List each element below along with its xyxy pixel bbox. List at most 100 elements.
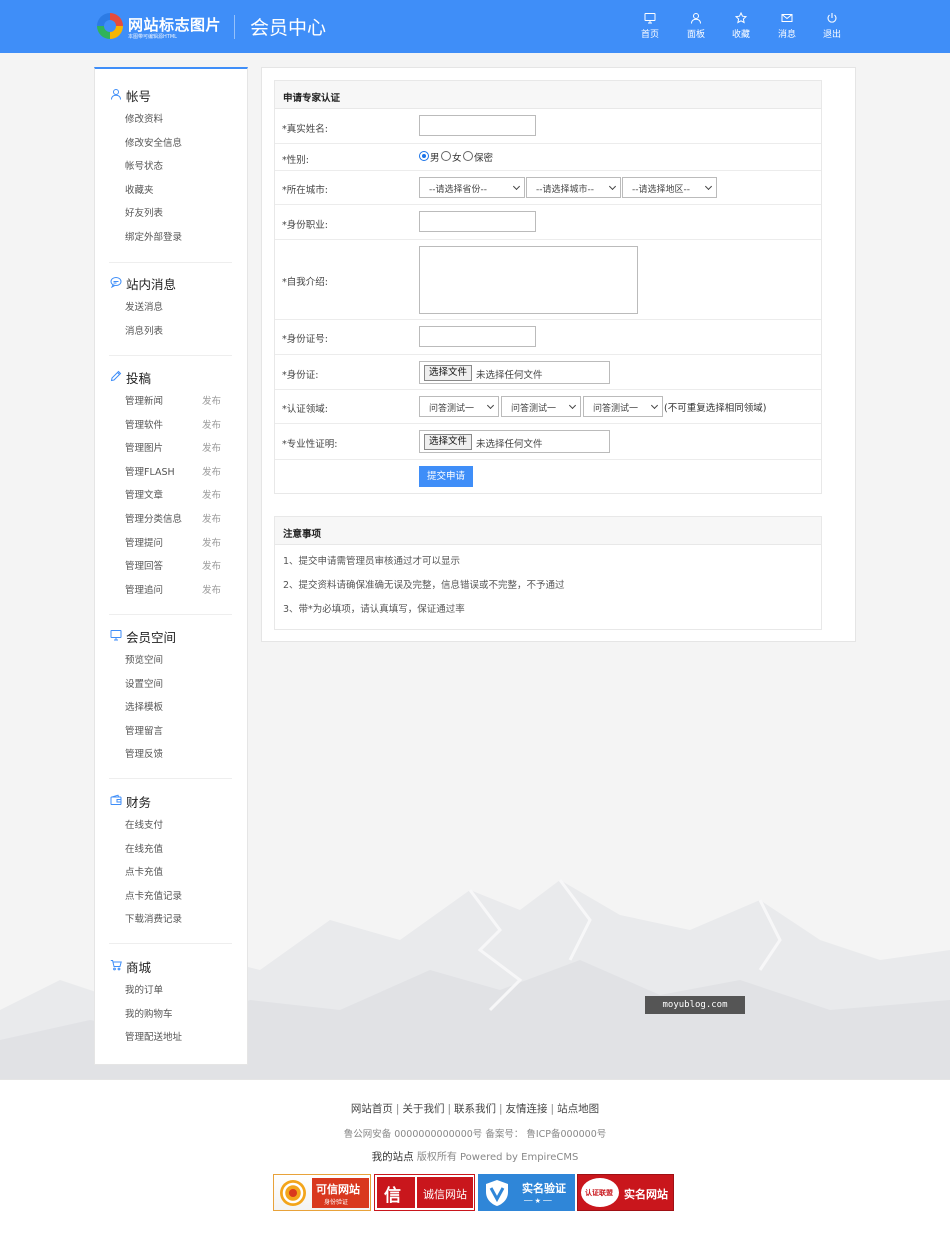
sidebar-item-friends[interactable]: 好友列表: [95, 199, 247, 223]
field-select-2[interactable]: 问答测试一: [501, 396, 581, 417]
publish-link[interactable]: 发布: [202, 464, 221, 478]
sidebar-item-label: 管理反馈: [125, 749, 164, 761]
sidebar-item-external-login[interactable]: 绑定外部登录: [95, 223, 247, 247]
sidebar-item-download-log[interactable]: 下载消费记录: [95, 905, 247, 929]
choose-file-button[interactable]: 选择文件: [424, 365, 473, 381]
sidebar-group-account: 帐号 修改资料 修改安全信息 帐号状态 收藏夹 好友列表 绑定外部登录: [95, 83, 247, 247]
footer-link-home[interactable]: 网站首页: [351, 1103, 393, 1115]
publish-link[interactable]: 发布: [202, 582, 221, 596]
publish-link[interactable]: 发布: [202, 393, 221, 407]
nav-home[interactable]: 首页: [630, 12, 670, 40]
choose-file-button[interactable]: 选择文件: [424, 434, 473, 450]
sidebar-item-label: 管理留言: [125, 725, 164, 737]
user-icon: [691, 13, 701, 24]
real-name-input[interactable]: [419, 115, 536, 136]
publish-link[interactable]: 发布: [202, 440, 221, 454]
chevron-down-icon: [568, 401, 577, 410]
publish-link[interactable]: 发布: [202, 535, 221, 549]
submit-button[interactable]: 提交申请: [419, 466, 473, 487]
sidebar-item-manage-followups[interactable]: 管理追问 发布: [95, 576, 247, 600]
sidebar-divider: [109, 614, 232, 615]
id-number-label: *身份证号:: [282, 334, 328, 345]
logo-mark-icon: [97, 13, 123, 39]
row-intro: *自我介绍:: [275, 240, 821, 320]
sidebar-group-title: 会员空间: [95, 624, 247, 646]
publish-link[interactable]: 发布: [202, 511, 221, 525]
occupation-label: *身份职业:: [282, 220, 328, 231]
badge-title: 实名验证: [522, 1182, 566, 1195]
footer-link-sitemap[interactable]: 站点地图: [557, 1103, 599, 1115]
nav-favorites[interactable]: 收藏: [721, 12, 761, 40]
footer: 网站首页 | 关于我们 | 联系我们 | 友情连接 | 站点地图 鲁公网安备 000000000…: [0, 1079, 950, 1233]
badge-integrity-site[interactable]: 信 诚信网站: [374, 1174, 475, 1211]
badge-trusted-site[interactable]: 可信网站 身份验证: [273, 1174, 371, 1211]
certificate-file-input[interactable]: 选择文件 未选择任何文件: [419, 430, 610, 453]
sidebar-item-manage-classifieds[interactable]: 管理分类信息 发布: [95, 505, 247, 529]
id-card-file-input[interactable]: 选择文件 未选择任何文件: [419, 361, 610, 384]
site-logo[interactable]: 网站标志图片 本图带可编辑源HTML: [97, 12, 227, 42]
sidebar-item-favorites[interactable]: 收藏夹: [95, 176, 247, 200]
sidebar-item-account-status[interactable]: 帐号状态: [95, 152, 247, 176]
sidebar-item-my-orders[interactable]: 我的订单: [95, 976, 247, 1000]
sidebar-item-message-list[interactable]: 消息列表: [95, 317, 247, 341]
gender-secret-radio[interactable]: [463, 151, 473, 161]
publish-link[interactable]: 发布: [202, 417, 221, 431]
notice-line: 2、提交资料请确保准确无误及完整，信息错误或不完整，不予通过: [283, 580, 565, 591]
sidebar-item-space-settings[interactable]: 设置空间: [95, 670, 247, 694]
sidebar-item-manage-software[interactable]: 管理软件 发布: [95, 411, 247, 435]
sidebar-item-label: 预览空间: [125, 655, 164, 666]
badge-real-name-site[interactable]: 认证联盟 实名网站: [577, 1174, 674, 1211]
sidebar-item-label: 管理图片: [125, 443, 164, 455]
occupation-input[interactable]: [419, 211, 536, 232]
sidebar-item-manage-questions[interactable]: 管理提问 发布: [95, 529, 247, 553]
wallet-icon: [110, 794, 122, 805]
nav-panel[interactable]: 面板: [676, 12, 716, 40]
sidebar-item-manage-images[interactable]: 管理图片 发布: [95, 434, 247, 458]
expert-application-form: 申请专家认证 *真实姓名: *性别: 男 女 保密 *所在城市: --请选择省份…: [274, 80, 822, 494]
sidebar-divider: [109, 778, 232, 779]
sidebar-item-choose-template[interactable]: 选择模板: [95, 693, 247, 717]
sidebar-item-security[interactable]: 修改安全信息: [95, 129, 247, 153]
footer-link-friends[interactable]: 友情连接: [506, 1103, 548, 1115]
sidebar-item-card-recharge-log[interactable]: 点卡充值记录: [95, 882, 247, 906]
field-select-3[interactable]: 问答测试一: [583, 396, 663, 417]
sidebar-item-manage-comments[interactable]: 管理留言: [95, 717, 247, 741]
badge-real-name-verify[interactable]: 实名验证 ── ★ ──: [478, 1174, 575, 1211]
gender-male-radio[interactable]: [419, 151, 429, 161]
sidebar-item-online-pay[interactable]: 在线支付: [95, 811, 247, 835]
sidebar-item-send-message[interactable]: 发送消息: [95, 293, 247, 317]
sidebar-item-preview-space[interactable]: 预览空间: [95, 646, 247, 670]
field-select-1[interactable]: 问答测试一: [419, 396, 499, 417]
nav-messages[interactable]: 消息: [767, 12, 807, 40]
city-select[interactable]: --请选择城市--: [526, 177, 621, 198]
province-select[interactable]: --请选择省份--: [419, 177, 525, 198]
district-select[interactable]: --请选择地区--: [622, 177, 717, 198]
sidebar-item-manage-news[interactable]: 管理新闻 发布: [95, 387, 247, 411]
sidebar-item-manage-feedback[interactable]: 管理反馈: [95, 740, 247, 764]
footer-link-contact[interactable]: 联系我们: [454, 1103, 496, 1115]
publish-link[interactable]: 发布: [202, 487, 221, 501]
sidebar-item-edit-profile[interactable]: 修改资料: [95, 105, 247, 129]
row-id-card: *身份证: 选择文件 未选择任何文件: [275, 355, 821, 390]
sidebar-group-title-text: 商城: [126, 960, 152, 975]
sidebar-item-label: 消息列表: [125, 325, 164, 337]
sidebar-item-shipping-address[interactable]: 管理配送地址: [95, 1023, 247, 1047]
nav-logout-label: 退出: [822, 30, 841, 40]
district-select-value: --请选择地区--: [632, 185, 690, 195]
nav-logout[interactable]: 退出: [812, 12, 852, 40]
notice-title: 注意事项: [283, 529, 322, 540]
sidebar-item-card-recharge[interactable]: 点卡充值: [95, 858, 247, 882]
sidebar-item-manage-articles[interactable]: 管理文章 发布: [95, 481, 247, 505]
integrity-seal-icon: 信: [384, 1186, 401, 1206]
sidebar-item-my-cart[interactable]: 我的购物车: [95, 1000, 247, 1024]
intro-textarea[interactable]: [419, 246, 638, 314]
footer-link-about[interactable]: 关于我们: [402, 1103, 444, 1115]
sidebar-item-manage-answers[interactable]: 管理回答 发布: [95, 552, 247, 576]
field-select-value: 问答测试一: [429, 404, 475, 414]
sidebar-item-online-recharge[interactable]: 在线充值: [95, 835, 247, 859]
publish-link[interactable]: 发布: [202, 558, 221, 572]
gender-female-radio[interactable]: [441, 151, 451, 161]
sidebar-item-manage-flash[interactable]: 管理FLASH 发布: [95, 458, 247, 482]
id-number-input[interactable]: [419, 326, 536, 347]
top-nav: 首页 面板 收藏 消息 退出: [630, 12, 850, 42]
